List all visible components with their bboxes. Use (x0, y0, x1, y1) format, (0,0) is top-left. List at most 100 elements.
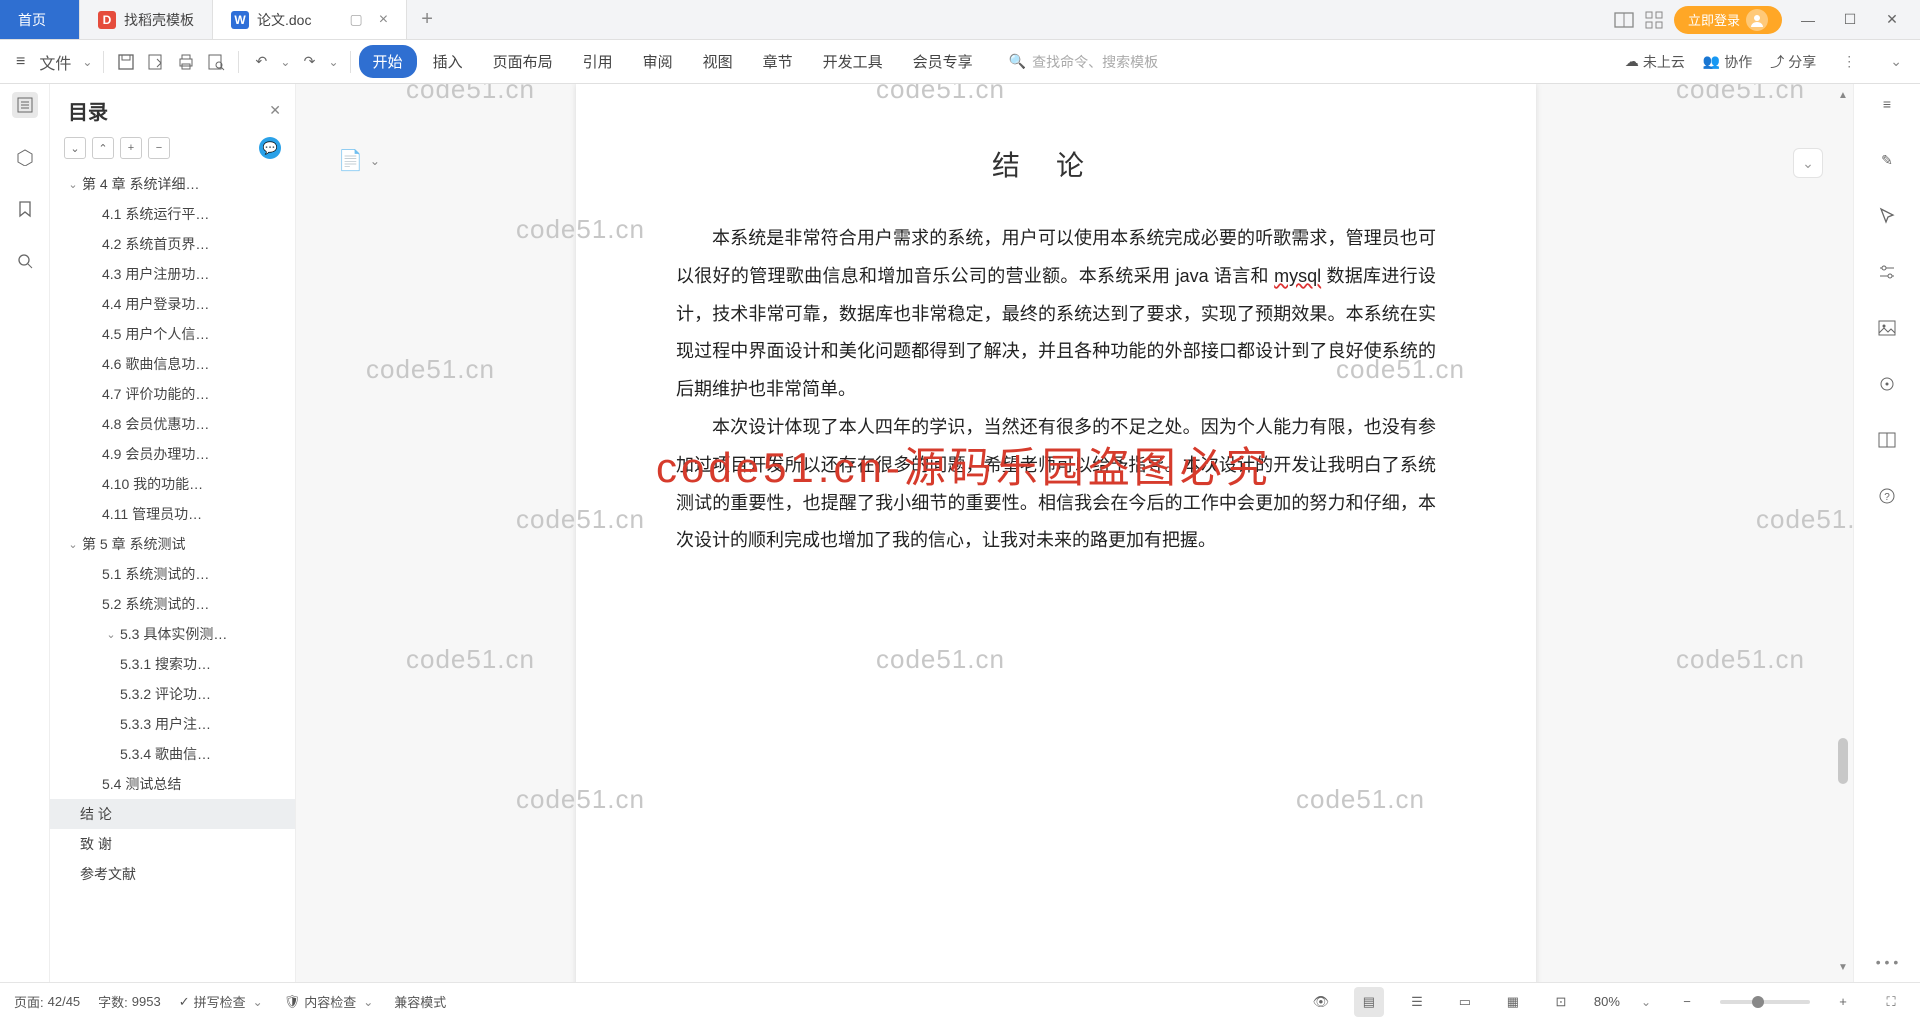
ribbon-tab-vip[interactable]: 会员专享 (899, 45, 987, 78)
toc-item[interactable]: 4.5 用户个人信… (50, 319, 295, 349)
fullscreen-icon[interactable]: ⛶ (1876, 987, 1906, 1017)
toc-item[interactable]: ⌄第 5 章 系统测试 (50, 529, 295, 559)
apps-icon[interactable] (1644, 10, 1664, 30)
ribbon-tab-chapter[interactable]: 章节 (749, 45, 807, 78)
command-search[interactable]: 🔍 查找命令、搜索模板 (1009, 52, 1158, 72)
tab-home[interactable]: 首页 (0, 0, 80, 39)
web-view-icon[interactable]: ▦ (1498, 987, 1528, 1017)
export-icon[interactable] (142, 48, 170, 76)
toc-item[interactable]: 4.9 会员办理功… (50, 439, 295, 469)
toc-item[interactable]: 4.11 管理员功… (50, 499, 295, 529)
document-area[interactable]: 📄⌄ ⌄ 结论 本系统是非常符合用户需求的系统，用户可以使用本系统完成必要的听歌… (296, 84, 1854, 982)
expand-all-button[interactable]: ⌄ (64, 137, 86, 159)
cloud-status[interactable]: ☁未上云 (1625, 52, 1685, 72)
login-button[interactable]: 立即登录 (1674, 6, 1782, 34)
content-check-button[interactable]: 🛡内容检查⌄ (284, 992, 377, 1011)
ribbon-tab-start[interactable]: 开始 (359, 45, 417, 78)
toc-item[interactable]: 致 谢 (50, 829, 295, 859)
word-count[interactable]: 字数: 9953 (98, 992, 161, 1011)
window-maximize[interactable]: ☐ (1834, 6, 1866, 34)
toc-item[interactable]: 5.2 系统测试的… (50, 589, 295, 619)
zoom-in-button[interactable]: + (1828, 987, 1858, 1017)
toc-item[interactable]: 参考文献 (50, 859, 295, 889)
add-button[interactable]: + (120, 137, 142, 159)
read-icon[interactable] (1873, 426, 1901, 454)
page-indicator-icon[interactable]: 📄⌄ (338, 148, 383, 173)
toc-item[interactable]: 4.4 用户登录功… (50, 289, 295, 319)
print-icon[interactable] (172, 48, 200, 76)
window-close[interactable]: ✕ (1876, 6, 1908, 34)
chevron-down-icon[interactable]: ⌄ (277, 55, 293, 69)
toc-item[interactable]: ⌄5.3 具体实例测… (50, 619, 295, 649)
compat-mode[interactable]: 兼容模式 (394, 992, 446, 1011)
toc-item[interactable]: 4.10 我的功能… (50, 469, 295, 499)
chevron-down-icon[interactable]: ⌄ (79, 55, 95, 69)
page-indicator[interactable]: 页面: 42/45 (14, 992, 80, 1011)
lines-icon[interactable]: ≡ (1873, 90, 1901, 118)
pencil-icon[interactable]: ✎ (1873, 146, 1901, 174)
image-icon[interactable] (1873, 314, 1901, 342)
spell-error[interactable]: mysql (1274, 266, 1321, 286)
fit-icon[interactable]: ⊡ (1546, 987, 1576, 1017)
ribbon-tab-review[interactable]: 审阅 (629, 45, 687, 78)
more-icon[interactable]: ⋮ (1834, 53, 1864, 70)
ribbon-tab-view[interactable]: 视图 (689, 45, 747, 78)
toc-item[interactable]: 5.3.3 用户注… (50, 709, 295, 739)
chevron-down-icon[interactable]: ⌄ (64, 538, 82, 551)
help-icon[interactable]: ? (1873, 482, 1901, 510)
toc-item[interactable]: 4.3 用户注册功… (50, 259, 295, 289)
chevron-down-icon[interactable]: ⌄ (325, 55, 341, 69)
bookmark-icon[interactable] (12, 196, 38, 222)
redo-icon[interactable]: ↷ (295, 48, 323, 76)
collapse-ribbon-icon[interactable]: ⌄ (1882, 53, 1910, 70)
ribbon-tab-layout[interactable]: 页面布局 (479, 45, 567, 78)
share-button[interactable]: ⤴分享 (1770, 52, 1816, 72)
spellcheck-button[interactable]: ✓拼写检查⌄ (179, 992, 266, 1011)
chat-icon[interactable]: 💬 (259, 137, 281, 159)
tab-document[interactable]: W 论文.doc ▢ × (213, 0, 407, 39)
scroll-track[interactable] (1837, 106, 1849, 960)
target-icon[interactable] (1873, 370, 1901, 398)
chevron-down-icon[interactable]: ⌄ (64, 178, 82, 191)
vertical-scrollbar[interactable]: ▲ ▼ (1837, 90, 1849, 976)
file-menu[interactable]: 文件 (33, 50, 77, 74)
toc-item[interactable]: 4.2 系统首页界… (50, 229, 295, 259)
toc-item[interactable]: 4.8 会员优惠功… (50, 409, 295, 439)
read-view-icon[interactable]: ▭ (1450, 987, 1480, 1017)
toc-item[interactable]: 5.3.4 歌曲信… (50, 739, 295, 769)
tab-close-icon[interactable]: × (379, 11, 388, 29)
monitor-icon[interactable]: ▢ (349, 11, 362, 28)
toc-item[interactable]: 5.3.2 评论功… (50, 679, 295, 709)
tab-template[interactable]: D 找稻壳模板 (80, 0, 213, 39)
ribbon-tab-insert[interactable]: 插入 (419, 45, 477, 78)
toc-item[interactable]: ⌄第 4 章 系统详细… (50, 169, 295, 199)
bookmark-toggle[interactable]: ⌄ (1793, 148, 1823, 178)
eye-icon[interactable]: 👁 (1306, 987, 1336, 1017)
ribbon-tab-ref[interactable]: 引用 (569, 45, 627, 78)
outline-view-icon[interactable]: ☰ (1402, 987, 1432, 1017)
scroll-thumb[interactable] (1838, 738, 1848, 784)
chevron-down-icon[interactable]: ⌄ (102, 628, 120, 641)
more-icon[interactable]: • • • (1876, 954, 1898, 970)
new-tab-button[interactable]: + (407, 0, 447, 39)
toc-item[interactable]: 4.7 评价功能的… (50, 379, 295, 409)
page-view-icon[interactable]: ▤ (1354, 987, 1384, 1017)
toc-item[interactable]: 5.1 系统测试的… (50, 559, 295, 589)
close-icon[interactable]: ✕ (269, 102, 281, 119)
chevron-down-icon[interactable]: ⌄ (1638, 995, 1654, 1009)
zoom-slider[interactable] (1720, 1000, 1810, 1004)
toc-item[interactable]: 4.6 歌曲信息功… (50, 349, 295, 379)
menu-icon[interactable]: ≡ (10, 53, 31, 71)
ribbon-tab-dev[interactable]: 开发工具 (809, 45, 897, 78)
search-icon[interactable] (12, 248, 38, 274)
zoom-out-button[interactable]: − (1672, 987, 1702, 1017)
window-minimize[interactable]: — (1792, 6, 1824, 34)
save-icon[interactable] (112, 48, 140, 76)
remove-button[interactable]: − (148, 137, 170, 159)
zoom-knob[interactable] (1752, 996, 1764, 1008)
zoom-level[interactable]: 80% (1594, 994, 1620, 1009)
toc-item[interactable]: 5.4 测试总结 (50, 769, 295, 799)
layout-icon[interactable] (1614, 10, 1634, 30)
outline-icon[interactable] (12, 92, 38, 118)
toc-item[interactable]: 5.3.1 搜索功… (50, 649, 295, 679)
